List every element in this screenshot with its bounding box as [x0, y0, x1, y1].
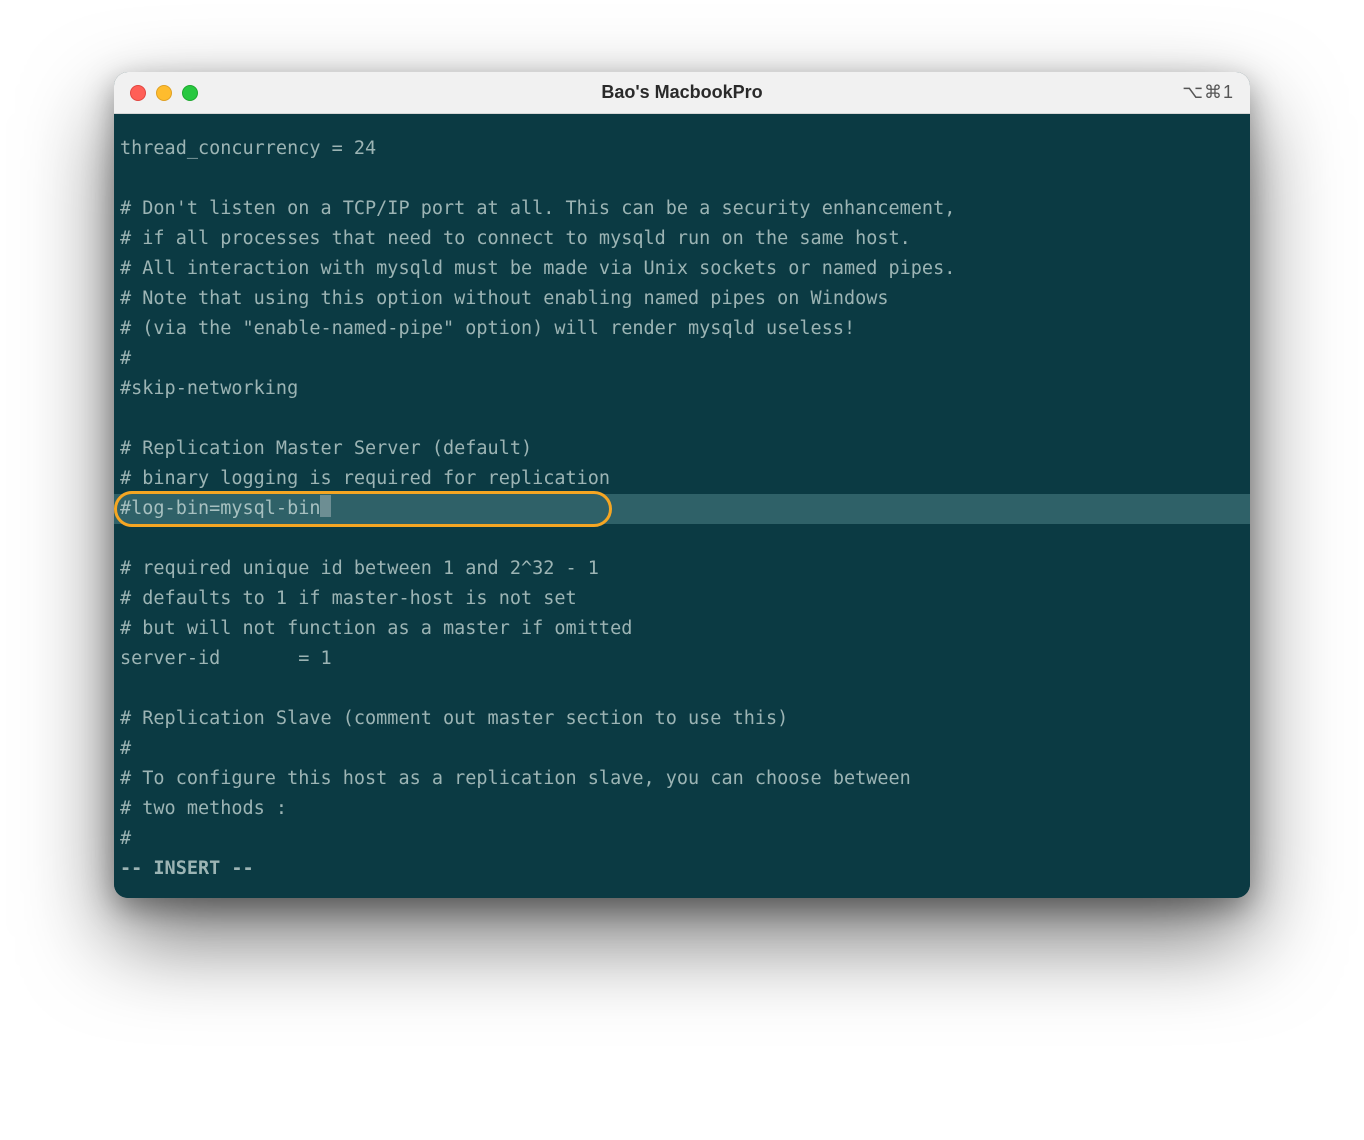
terminal-line[interactable]: thread_concurrency = 24 [114, 134, 1250, 164]
window-title: Bao's MacbookPro [114, 82, 1250, 103]
terminal-line[interactable]: # defaults to 1 if master-host is not se… [114, 584, 1250, 614]
terminal-line[interactable]: # two methods : [114, 794, 1250, 824]
terminal-line[interactable]: server-id = 1 [114, 644, 1250, 674]
terminal-line[interactable]: # Don't listen on a TCP/IP port at all. … [114, 194, 1250, 224]
terminal-content[interactable]: thread_concurrency = 24 # Don't listen on… [114, 114, 1250, 898]
titlebar: Bao's MacbookPro ⌥⌘1 [114, 72, 1250, 114]
terminal-line[interactable]: # binary logging is required for replica… [114, 464, 1250, 494]
terminal-line[interactable]: # Note that using this option without en… [114, 284, 1250, 314]
terminal-line[interactable] [114, 164, 1250, 194]
terminal-line[interactable] [114, 524, 1250, 554]
terminal-window: Bao's MacbookPro ⌥⌘1 thread_concurrency … [114, 72, 1250, 898]
window-shortcut-label: ⌥⌘1 [1182, 82, 1234, 103]
terminal-line[interactable] [114, 674, 1250, 704]
terminal-line[interactable]: # [114, 824, 1250, 854]
terminal-line[interactable]: # [114, 734, 1250, 764]
traffic-lights [130, 85, 198, 101]
maximize-button[interactable] [182, 85, 198, 101]
terminal-line[interactable] [114, 404, 1250, 434]
minimize-button[interactable] [156, 85, 172, 101]
terminal-line[interactable]: # Replication Master Server (default) [114, 434, 1250, 464]
terminal-line[interactable]: # All interaction with mysqld must be ma… [114, 254, 1250, 284]
text-cursor [320, 495, 331, 517]
terminal-line[interactable]: # required unique id between 1 and 2^32 … [114, 554, 1250, 584]
terminal-line[interactable]: # but will not function as a master if o… [114, 614, 1250, 644]
terminal-line[interactable]: # [114, 344, 1250, 374]
terminal-line[interactable]: # (via the "enable-named-pipe" option) w… [114, 314, 1250, 344]
vim-mode-status: -- INSERT -- [114, 854, 1250, 884]
terminal-line[interactable]: # Replication Slave (comment out master … [114, 704, 1250, 734]
terminal-line[interactable]: # To configure this host as a replicatio… [114, 764, 1250, 794]
terminal-line-highlighted[interactable]: #log-bin=mysql-bin [114, 494, 1250, 524]
terminal-line[interactable]: # if all processes that need to connect … [114, 224, 1250, 254]
close-button[interactable] [130, 85, 146, 101]
terminal-line[interactable]: #skip-networking [114, 374, 1250, 404]
